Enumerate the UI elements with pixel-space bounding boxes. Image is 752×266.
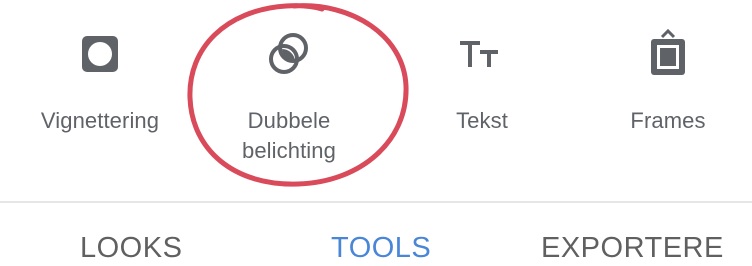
tool-double-exposure[interactable]: Dubbele belichting bbox=[204, 28, 374, 188]
tools-row: Vignettering Dubbele belichting Tekst Fr… bbox=[0, 0, 752, 200]
text-icon bbox=[460, 41, 498, 67]
bottom-tab-bar: LOOKS TOOLS EXPORTERE bbox=[0, 203, 752, 266]
frames-icon bbox=[651, 28, 685, 75]
vignette-icon bbox=[82, 36, 118, 72]
tab-looks[interactable]: LOOKS bbox=[80, 231, 182, 265]
tool-label: Dubbele belichting bbox=[242, 108, 336, 163]
tool-text[interactable]: Tekst bbox=[397, 28, 567, 188]
double-exposure-icon bbox=[269, 33, 308, 74]
tool-label: Frames bbox=[630, 108, 706, 133]
tool-vignette[interactable]: Vignettering bbox=[15, 28, 185, 188]
tab-tools[interactable]: TOOLS bbox=[331, 231, 431, 265]
tool-label: Vignettering bbox=[40, 108, 160, 133]
tool-frames[interactable]: Frames bbox=[583, 28, 752, 188]
tool-label: Tekst bbox=[456, 108, 508, 133]
tab-export[interactable]: EXPORTERE bbox=[541, 231, 724, 265]
